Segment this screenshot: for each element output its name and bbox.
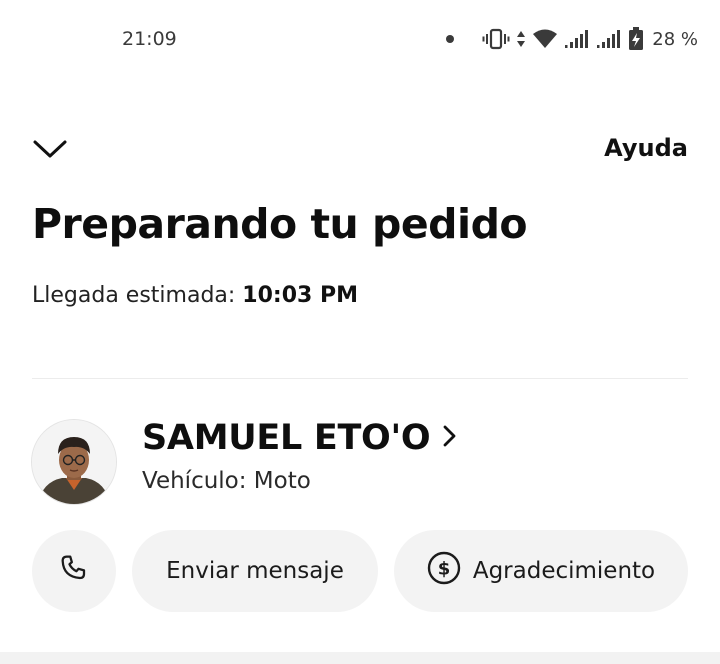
phone-icon xyxy=(58,552,90,590)
signal-icon xyxy=(596,28,622,50)
page-title: Preparando tu pedido xyxy=(32,200,528,248)
status-time: 21:09 xyxy=(122,28,177,50)
chevron-right-icon xyxy=(442,423,458,453)
vibrate-icon xyxy=(482,28,510,50)
send-message-label: Enviar mensaje xyxy=(166,558,344,584)
battery-percent: 28 % xyxy=(652,28,698,50)
call-button[interactable] xyxy=(32,530,116,612)
wifi-icon xyxy=(532,28,558,50)
data-arrows-icon xyxy=(516,28,526,50)
bottom-sheet-edge xyxy=(0,652,720,664)
dollar-icon: $ xyxy=(427,551,461,591)
chevron-down-icon[interactable] xyxy=(32,135,70,163)
status-bar: 21:09 28 % xyxy=(0,0,720,80)
signal-icon xyxy=(564,28,590,50)
send-message-button[interactable]: Enviar mensaje xyxy=(132,530,378,612)
status-icons: 28 % xyxy=(446,22,698,56)
courier-avatar[interactable] xyxy=(32,420,116,504)
courier-name: SAMUEL ETO'O xyxy=(142,418,431,458)
eta-line: Llegada estimada: 10:03 PM xyxy=(32,283,358,308)
order-tracking-screen: 21:09 28 % Ayuda Preparando tu pedido Ll… xyxy=(0,0,720,664)
notification-dot-icon xyxy=(446,35,455,43)
battery-charging-icon xyxy=(628,27,644,51)
help-button[interactable]: Ayuda xyxy=(604,134,688,162)
courier-vehicle: Vehículo: Moto xyxy=(142,468,311,494)
tip-label: Agradecimiento xyxy=(472,558,656,584)
divider xyxy=(32,378,688,379)
eta-value: 10:03 PM xyxy=(242,283,359,308)
tip-button[interactable]: $ Agradecimiento xyxy=(394,530,688,612)
eta-label: Llegada estimada: xyxy=(32,283,236,308)
svg-text:$: $ xyxy=(438,559,451,580)
courier-name-link[interactable]: SAMUEL ETO'O xyxy=(142,418,458,458)
